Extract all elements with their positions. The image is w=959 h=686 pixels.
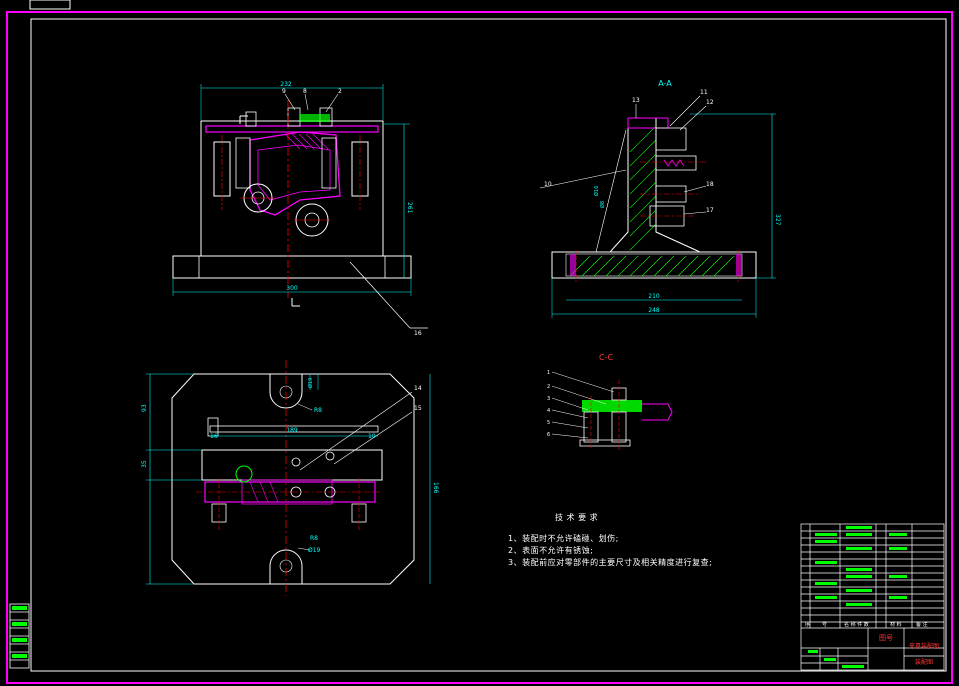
title-col-4: 材 料 (890, 621, 902, 628)
aa-balloon-13: 13 (632, 97, 640, 104)
cc-balloon-4: 4 (547, 408, 550, 414)
aa-dim-inner: 210 (648, 293, 660, 300)
top-dim-166: 166 (432, 482, 439, 494)
front-dim-height: 261 (406, 202, 413, 214)
front-balloon-2: 8 (303, 88, 307, 95)
cad-drawing-canvas: 232 261 300 9 8 2 16 A-A 210 248 327 13 … (0, 0, 959, 684)
top-dim-93: 93 (141, 404, 148, 412)
title-col-2: 号 (822, 622, 827, 628)
top-dim-dia-bottom: Ø19 (308, 547, 321, 554)
top-dim-dia-top: Ø19 (307, 378, 314, 388)
front-balloon-1: 9 (282, 88, 286, 95)
section-aa-view (539, 95, 776, 318)
cc-balloon-5: 5 (547, 420, 550, 426)
tech-requirement-2: 2、表面不允许有锈蚀; (508, 546, 594, 555)
top-dim-35: 35 (141, 460, 148, 468)
tech-requirement-1: 1、装配时不允许磕碰、划伤; (508, 534, 619, 543)
front-leader-label: 16 (414, 330, 422, 337)
section-cc-title: C-C (599, 353, 613, 362)
title-col-3: 名 称 件 数 (844, 621, 869, 628)
top-balloon-14: 14 (414, 385, 422, 392)
cc-balloon-3: 3 (547, 396, 550, 402)
tech-requirements-heading: 技 术 要 求 (555, 513, 599, 522)
top-dim-189: 189 (286, 427, 298, 434)
aa-dim-height: 327 (774, 214, 781, 226)
title-col-1: 序 (805, 621, 810, 628)
section-aa-title: A-A (658, 79, 672, 88)
aa-balloon-12: 12 (706, 99, 714, 106)
left-margin-block (9, 603, 30, 669)
aa-dim-outer: 248 (648, 307, 660, 314)
title-col-5: 备 注 (916, 621, 928, 628)
title-subtitle: 夹具装配图 (909, 642, 939, 650)
aa-balloon-17: 17 (706, 207, 714, 214)
aa-small-dim-2: Ø8 (599, 201, 606, 208)
aa-balloon-11: 11 (700, 89, 708, 96)
aa-small-dim-1: Ø16 (593, 186, 600, 196)
top-view (146, 360, 431, 596)
top-balloon-15: 15 (414, 405, 422, 412)
aa-balloon-18: 18 (706, 181, 714, 188)
tech-requirement-3: 3、装配前应对零部件的主要尺寸及相关精度进行复查; (508, 558, 713, 567)
aa-balloon-10: 10 (544, 181, 552, 188)
top-dim-16: 16 (210, 433, 218, 440)
front-view (172, 84, 428, 329)
front-dim-base: 300 (286, 285, 298, 292)
title-part-name: 装配图 (915, 658, 933, 666)
cc-balloon-2: 2 (547, 384, 550, 390)
top-dim-r8-top: R8 (314, 407, 322, 414)
section-cc-view (551, 371, 673, 450)
top-dim-r8-bottom: R8 (310, 535, 318, 542)
title-drawing-name: 图号 (879, 634, 893, 642)
title-block-fills (808, 526, 907, 668)
cc-balloon-6: 6 (547, 432, 550, 438)
front-balloon-3: 2 (338, 88, 342, 95)
front-dim-width: 232 (280, 81, 292, 88)
cc-balloon-1: 1 (547, 370, 550, 376)
top-dim-10: 10 (368, 433, 376, 440)
